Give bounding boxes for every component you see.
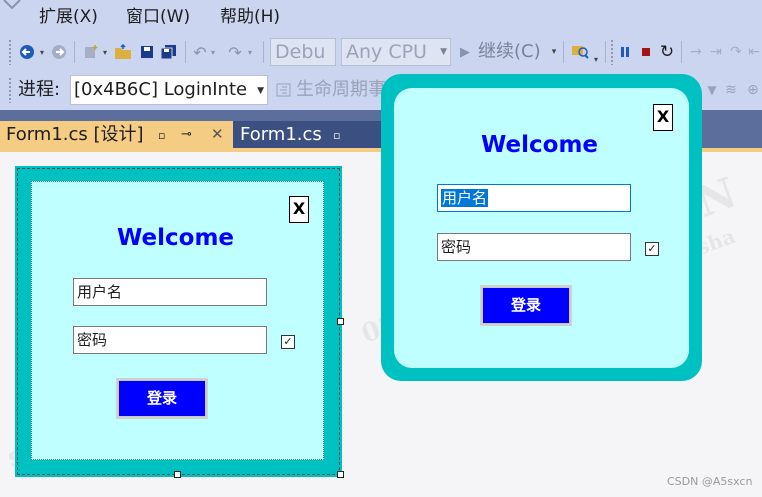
thread-filter-icon[interactable]: ▼ [705,80,719,100]
toolbar-separator [563,41,564,63]
checkmark-icon: ✓ [283,335,293,348]
tab-form1-designer-label: Form1.cs [设计] [6,124,144,145]
stack-frame-icon[interactable]: ⊕ [744,80,762,100]
toolbar-separator [605,41,606,63]
step-out-icon[interactable]: ⇤ [746,42,762,62]
undo-dropdown-icon[interactable]: ▾ [209,42,217,62]
lifecycle-events-label[interactable]: 生命周期事 [296,78,386,102]
resize-handle-corner[interactable] [337,471,344,478]
process-value: [0x4B6C] LoginInte [74,79,248,100]
toolbar-grip[interactable] [8,77,12,103]
resize-handle-bottom[interactable] [174,471,181,478]
visual-studio-logo-icon [3,0,21,10]
continue-dropdown-icon[interactable]: ▾ [549,42,559,62]
step-into-icon[interactable]: ⇥ [707,42,725,62]
close-button[interactable]: X [653,104,673,131]
username-field[interactable]: 用户名 [73,278,267,306]
checkmark-icon: ✓ [647,242,657,255]
password-field-text: 密码 [77,331,108,349]
solution-platform-select[interactable]: Any CPU ▼ [341,38,451,66]
menu-window[interactable]: 窗口(W) [126,5,190,29]
back-dropdown-icon[interactable]: ▾ [37,42,47,62]
solution-configuration-value: Debu [275,41,326,63]
lifecycle-events-icon[interactable] [276,82,292,98]
chevron-down-icon: ▼ [440,47,447,57]
show-next-statement-icon[interactable]: → [687,42,705,62]
open-folder-icon[interactable] [113,42,133,62]
menu-help[interactable]: 帮助(H) [220,5,280,29]
password-field[interactable]: 密码 [73,326,267,354]
menu-extensions[interactable]: 扩展(X) [39,5,98,29]
redo-dropdown-icon[interactable]: ▾ [246,42,254,62]
username-field[interactable]: 用户名 [437,184,631,212]
flag-threads-icon[interactable]: ≋ [722,80,740,100]
pause-icon[interactable] [617,42,633,62]
tab-form1-code-label: Form1.cs [240,124,322,145]
continue-play-icon[interactable]: ▶ [457,42,473,62]
forward-icon[interactable] [50,42,68,62]
menu-bar [0,0,762,34]
welcome-title: Welcome [481,132,599,158]
step-over-icon[interactable]: ↷ [727,42,745,62]
toolbar-separator [681,41,682,63]
show-password-checkbox[interactable]: ✓ [645,242,659,256]
continue-button[interactable]: 继续(C) [478,39,541,65]
process-label: 进程: [18,79,61,100]
redo-icon[interactable]: ↷ [226,42,244,62]
pin-icon[interactable]: ⊸ [181,128,192,141]
login-button[interactable]: 登录 [483,288,569,323]
toolbar-separator [74,41,75,63]
welcome-title: Welcome [117,225,235,251]
running-form-panel[interactable] [394,88,689,368]
toolbar-separator [185,41,186,63]
toolbar-separator [263,41,264,63]
watermark-credit: CSDN @A5sxcn [667,475,753,488]
password-field[interactable]: 密码 [437,233,631,261]
login-button[interactable]: 登录 [119,381,205,416]
find-dropdown-icon[interactable]: ▾ [592,55,600,64]
stop-icon[interactable] [638,42,654,62]
modified-indicator-icon: ▫ [158,129,166,142]
resize-handle-right[interactable] [337,318,344,325]
toolbar-grip[interactable] [8,39,12,65]
username-field-text: 用户名 [77,283,123,301]
close-button[interactable]: X [289,196,309,223]
back-icon[interactable] [18,42,36,62]
find-icon[interactable] [569,42,591,62]
save-all-icon[interactable] [159,42,179,62]
toolbar-grip[interactable] [610,39,614,65]
new-project-icon[interactable] [82,42,100,62]
username-field-text: 用户名 [441,189,489,207]
save-icon[interactable] [138,42,156,62]
process-select[interactable]: [0x4B6C] LoginInte ▼ [70,75,268,105]
close-tab-icon[interactable]: ✕ [211,127,224,142]
solution-configuration-select[interactable]: Debu [270,38,336,66]
undo-icon[interactable]: ↶ [191,42,209,62]
restart-icon[interactable]: ↻ [658,42,676,62]
chevron-down-icon: ▼ [257,86,264,96]
show-password-checkbox[interactable]: ✓ [281,335,295,349]
solution-platform-value: Any CPU [346,41,427,63]
modified-indicator-icon: ▫ [333,129,341,142]
password-field-text: 密码 [441,238,472,256]
new-dropdown-icon[interactable]: ▾ [101,42,109,62]
